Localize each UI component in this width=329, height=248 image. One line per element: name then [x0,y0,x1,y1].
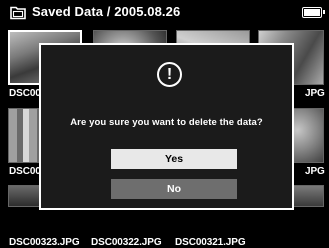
page-title: Saved Data / 2005.08.26 [32,4,181,19]
dialog-message: Are you sure you want to delete the data… [70,117,263,128]
delete-confirm-dialog: ! Are you sure you want to delete the da… [39,43,294,210]
thumbnail-label: DSC00 [9,88,41,99]
thumbnail-label: DSC00 [9,166,41,177]
battery-full-icon [302,7,325,18]
top-bar: Saved Data / 2005.08.26 [4,3,325,23]
no-button[interactable]: No [111,179,237,199]
thumbnail-label: DSC00322.JPG [91,237,162,248]
folder-icon [10,6,26,20]
photo-browser-screen: Saved Data / 2005.08.26 DSC00 JPG DSC00 … [0,0,329,248]
alert-icon: ! [157,62,182,87]
thumbnail-label: DSC00323.JPG [9,237,80,248]
thumbnail-label: DSC00321.JPG [175,237,246,248]
yes-button[interactable]: Yes [111,149,237,169]
thumbnail-label: JPG [305,166,325,177]
thumbnail-label: JPG [305,88,325,99]
alert-icon-glyph: ! [166,66,173,83]
